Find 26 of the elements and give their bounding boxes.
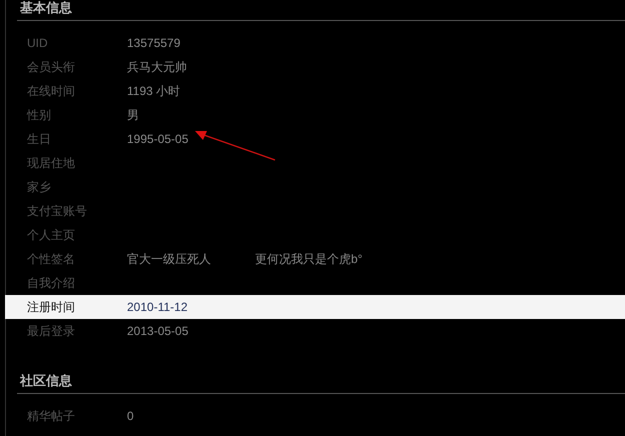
field-label: 个性签名 — [27, 251, 76, 268]
field-label: 最后登录 — [27, 323, 76, 340]
field-label: 会员头衔 — [27, 59, 76, 76]
field-value: 0 — [127, 408, 134, 425]
field-label: 注册时间 — [27, 299, 76, 316]
field-value: 官大一级压死人 — [127, 251, 211, 268]
field-value: 1995-05-05 — [127, 131, 188, 148]
field-value: 更何况我只是个虎b° — [255, 251, 362, 268]
field-label: 在线时间 — [27, 83, 76, 100]
field-label: 家乡 — [27, 179, 52, 196]
section-title: 基本信息 — [19, 0, 72, 16]
section-title: 社区信息 — [18, 372, 72, 390]
field-label: 现居住地 — [27, 155, 76, 172]
field-value: 2013-05-05 — [127, 323, 188, 340]
field-value: 男 — [127, 107, 139, 124]
field-label: 生日 — [27, 131, 52, 148]
field-value: 13575579 — [127, 35, 180, 52]
field-label: UID — [27, 35, 49, 52]
field-value: 1193 小时 — [127, 83, 180, 100]
field-value: 兵马大元帅 — [127, 59, 187, 76]
field-label: 性别 — [27, 107, 52, 124]
field-value: 2010-11-12 — [127, 299, 188, 316]
field-label: 自我介绍 — [27, 275, 76, 292]
field-label: 个人主页 — [27, 227, 76, 244]
field-label: 支付宝账号 — [27, 203, 88, 220]
field-label: 精华帖子 — [27, 408, 76, 425]
